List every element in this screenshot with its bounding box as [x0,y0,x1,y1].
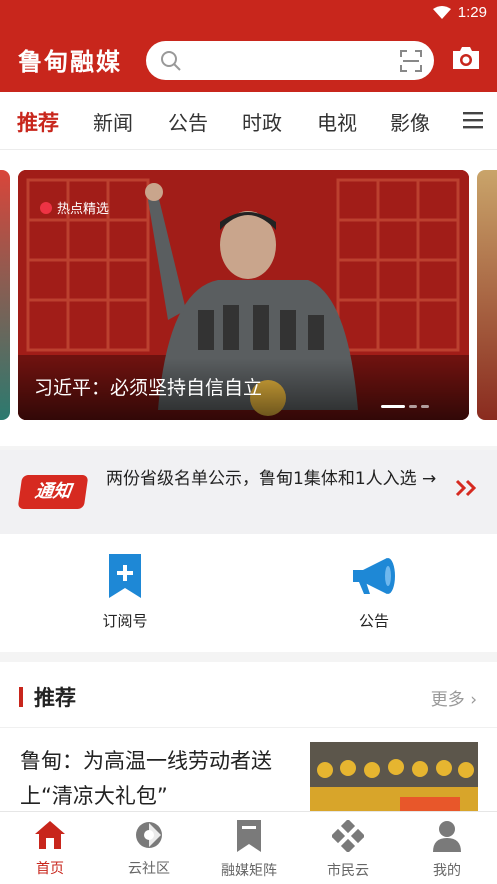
chevron-right-icon: › [470,690,477,710]
app-header: 鲁甸融媒 [0,28,497,92]
subscription-label: 订阅号 [102,612,148,630]
notice-bar[interactable]: 通知 两份省级名单公示，鲁甸1集体和1人入选 → [0,450,497,534]
diamond-grid-icon [330,818,366,854]
hot-icon [40,202,52,214]
person-icon [433,821,461,852]
carousel-indicator [377,393,429,412]
home-icon [35,821,65,849]
tab-cloud-community-label: 云社区 [128,861,170,877]
cloud-community-icon [136,822,162,848]
subscription-entry[interactable]: 订阅号 [75,554,175,631]
bookmark-icon [237,820,261,852]
tab-home-label: 首页 [36,861,64,877]
bottom-tab-bar: 首页 云社区 融媒矩阵 市民云 我的 [0,811,497,884]
category-tabs: 推荐 新闻 公告 时政 电视 影像 [0,92,497,150]
tab-images[interactable]: 影像 [390,107,430,136]
banner-caption: 习近平：必须坚持自信自立 [34,377,263,399]
tab-citizen-cloud-label: 市民云 [327,863,369,879]
tab-media-matrix[interactable]: 融媒矩阵 [204,820,294,880]
search-icon [161,51,181,71]
next-slide [477,170,497,420]
scan-icon[interactable] [400,50,422,72]
bookmark-plus-icon [109,554,141,598]
section-accent-bar [19,687,23,707]
tab-cloud-community[interactable]: 云社区 [104,820,194,878]
recommend-section-header: 推荐 更多 › [0,662,497,728]
camera-icon[interactable] [451,45,481,71]
search-input[interactable] [146,41,434,80]
tab-announcement[interactable]: 公告 [168,107,208,136]
wifi-icon [433,6,451,19]
tab-recommend[interactable]: 推荐 [17,107,59,137]
tab-media-matrix-label: 融媒矩阵 [221,863,277,879]
notice-text[interactable]: 两份省级名单公示，鲁甸1集体和1人入选 → [106,466,451,493]
hot-tag-label: 热点精选 [57,202,110,217]
announcement-entry[interactable]: 公告 [324,554,424,631]
app-logo: 鲁甸融媒 [18,48,122,76]
hot-tag: 热点精选 [40,198,109,217]
tab-news[interactable]: 新闻 [93,107,133,136]
tab-me-label: 我的 [433,863,461,879]
article-thumbnail [310,742,478,812]
status-bar: 1:29 [0,0,497,28]
tab-citizen-cloud[interactable]: 市民云 [303,818,393,880]
banner-carousel[interactable]: 热点精选 习近平：必须坚持自信自立 [0,150,497,446]
double-chevron-right-icon[interactable] [455,478,479,498]
banner-slide[interactable]: 热点精选 习近平：必须坚持自信自立 [18,170,469,420]
tab-me[interactable]: 我的 [402,820,492,880]
section-title: 推荐 [34,686,76,710]
more-link[interactable]: 更多 › [431,685,477,710]
quick-entries: 订阅号 公告 [0,534,497,652]
tab-politics[interactable]: 时政 [242,107,282,136]
more-label: 更多 [430,690,465,710]
notice-badge: 通知 [17,475,89,509]
megaphone-icon [353,558,395,594]
article-item[interactable]: 鲁甸：为高温一线劳动者送上“清凉大礼包” [0,728,497,812]
article-headline: 鲁甸：为高温一线劳动者送上“清凉大礼包” [20,749,272,808]
previous-slide [0,170,10,420]
status-time: 1:29 [457,4,487,21]
tab-home[interactable]: 首页 [5,820,95,878]
tab-tv[interactable]: 电视 [317,107,357,136]
announcement-label: 公告 [358,612,389,630]
menu-icon[interactable] [463,111,483,129]
